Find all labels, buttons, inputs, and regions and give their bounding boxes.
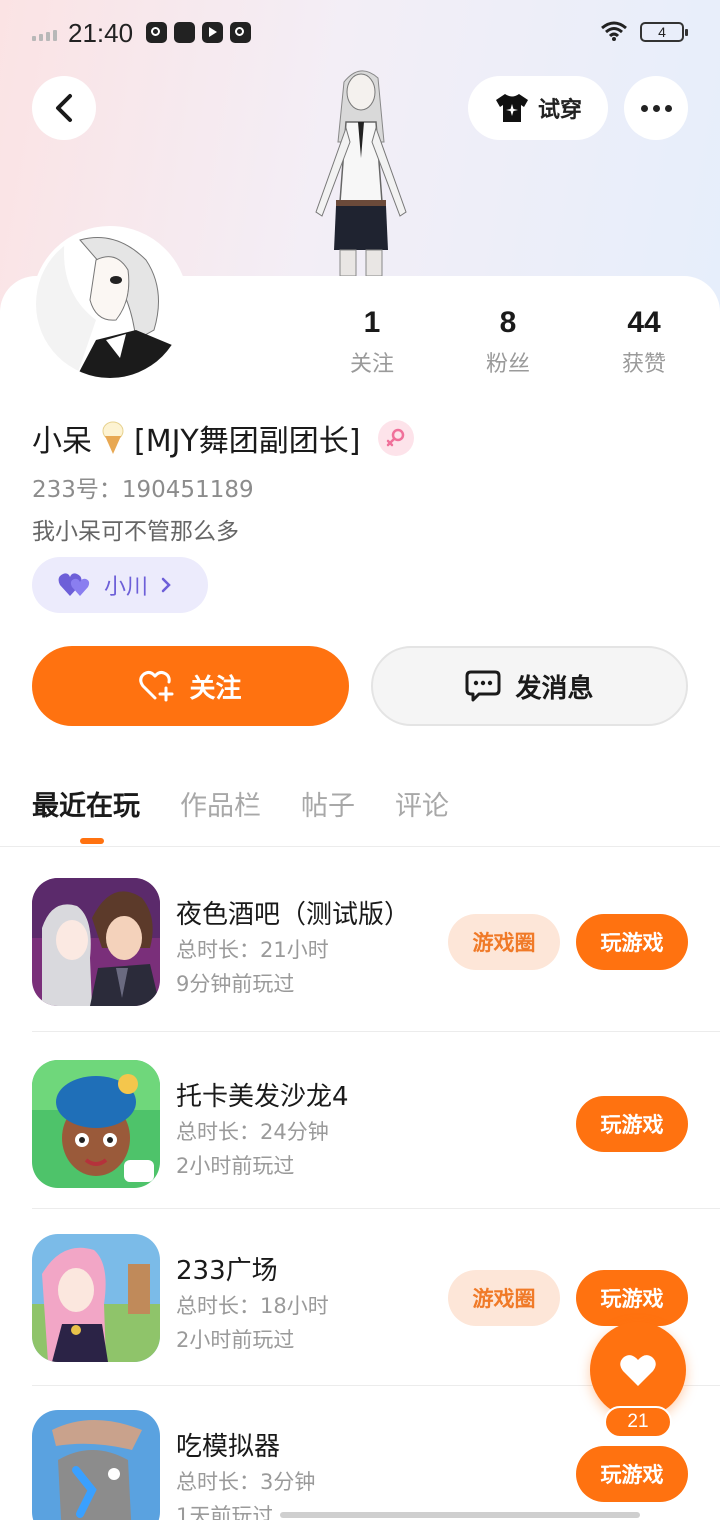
play-game-button[interactable]: 玩游戏 bbox=[576, 1446, 688, 1502]
avatar-3d-character[interactable] bbox=[286, 62, 436, 276]
follow-label: 关注 bbox=[189, 673, 242, 704]
game-title: 吃模拟器 bbox=[176, 1432, 281, 1462]
tab-posts[interactable]: 帖子 bbox=[301, 784, 355, 823]
list-item[interactable]: 夜色酒吧（测试版） 总时长：21小时 9分钟前玩过 游戏圈 玩游戏 bbox=[32, 878, 688, 1008]
female-gender-icon bbox=[378, 420, 415, 456]
game-last-played: 2小时前玩过 bbox=[176, 1154, 295, 1178]
nickname-suffix: [MJY舞团副团长] bbox=[134, 424, 361, 459]
double-heart-icon bbox=[58, 573, 90, 596]
followers-stat[interactable]: 8 粉丝 bbox=[440, 306, 576, 378]
likes-count: 44 bbox=[627, 306, 661, 339]
list-item[interactable]: 吃模拟器 总时长：3分钟 1天前玩过 玩游戏 bbox=[32, 1410, 688, 1520]
tshirt-sparkle-icon bbox=[495, 94, 528, 122]
game-last-played: 9分钟前玩过 bbox=[176, 972, 295, 996]
game-circle-button[interactable]: 游戏圈 bbox=[448, 1270, 560, 1326]
game-icon bbox=[32, 1410, 160, 1520]
tab-divider bbox=[0, 846, 720, 847]
tiktok-notification-icon bbox=[146, 22, 167, 43]
game-icon bbox=[32, 878, 160, 1006]
game-duration: 总时长：18小时 bbox=[176, 1294, 329, 1318]
tab-recently-played[interactable]: 最近在玩 bbox=[32, 784, 140, 844]
send-message-label: 发消息 bbox=[515, 673, 594, 704]
app-notification-icon bbox=[174, 22, 195, 43]
back-button[interactable] bbox=[32, 76, 96, 140]
hand-notification-icon bbox=[230, 22, 251, 43]
status-bar: 21:40 4 bbox=[0, 0, 720, 66]
status-time: 21:40 bbox=[68, 18, 134, 48]
home-indicator bbox=[280, 1512, 640, 1518]
video-notification-icon bbox=[202, 22, 223, 43]
chevron-right-icon bbox=[161, 577, 171, 593]
try-on-label: 试穿 bbox=[537, 98, 582, 123]
chevron-left-icon bbox=[56, 94, 72, 122]
followers-count: 8 bbox=[499, 306, 517, 339]
more-options-button[interactable] bbox=[624, 76, 688, 140]
nickname: 小呆 [MJY舞团副团长] bbox=[32, 416, 415, 460]
game-duration: 总时长：21小时 bbox=[176, 938, 329, 962]
signal-icon bbox=[32, 30, 57, 41]
following-label: 关注 bbox=[349, 352, 394, 377]
following-count: 1 bbox=[363, 306, 381, 339]
game-title: 233广场 bbox=[176, 1256, 278, 1286]
game-duration: 总时长：3分钟 bbox=[176, 1470, 316, 1494]
play-game-button[interactable]: 玩游戏 bbox=[576, 914, 688, 970]
notification-icons bbox=[146, 22, 251, 43]
avatar-image bbox=[36, 230, 184, 378]
user-bio: 我小呆可不管那么多 bbox=[32, 519, 239, 545]
tab-works[interactable]: 作品栏 bbox=[180, 784, 261, 823]
tab-comments[interactable]: 评论 bbox=[395, 784, 449, 823]
list-item[interactable]: 233广场 总时长：18小时 2小时前玩过 游戏圈 玩游戏 bbox=[32, 1234, 688, 1364]
send-message-button[interactable]: 发消息 bbox=[371, 646, 688, 726]
wifi-icon bbox=[601, 21, 627, 41]
play-game-button[interactable]: 玩游戏 bbox=[576, 1096, 688, 1152]
heart-plus-icon bbox=[139, 670, 174, 702]
row-divider bbox=[32, 1208, 720, 1209]
profile-stats: 1 关注 8 粉丝 44 获赞 bbox=[304, 306, 712, 378]
game-last-played: 2小时前玩过 bbox=[176, 1328, 295, 1352]
game-circle-button[interactable]: 游戏圈 bbox=[448, 914, 560, 970]
like-count-badge: 21 bbox=[604, 1406, 672, 1438]
ice-cream-icon bbox=[102, 421, 124, 454]
game-last-played: 1天前玩过 bbox=[176, 1504, 274, 1520]
user-id: 233号：190451189 bbox=[32, 477, 254, 503]
floating-like-button[interactable] bbox=[590, 1322, 686, 1418]
list-item[interactable]: 托卡美发沙龙4 总时长：24分钟 2小时前玩过 玩游戏 bbox=[32, 1060, 688, 1190]
heart-icon bbox=[620, 1355, 656, 1386]
nickname-prefix: 小呆 bbox=[32, 424, 92, 459]
game-duration: 总时长：24分钟 bbox=[176, 1120, 329, 1144]
following-stat[interactable]: 1 关注 bbox=[304, 306, 440, 378]
game-icon bbox=[32, 1234, 160, 1362]
row-divider bbox=[32, 1031, 720, 1032]
follow-button[interactable]: 关注 bbox=[32, 646, 349, 726]
play-game-button[interactable]: 玩游戏 bbox=[576, 1270, 688, 1326]
game-title: 托卡美发沙龙4 bbox=[176, 1082, 349, 1112]
profile-tabs: 最近在玩 作品栏 帖子 评论 bbox=[32, 784, 449, 844]
likes-label: 获赞 bbox=[621, 352, 666, 377]
likes-stat[interactable]: 44 获赞 bbox=[576, 306, 712, 378]
relationship-tag[interactable]: 小川 bbox=[32, 557, 208, 613]
game-icon bbox=[32, 1060, 160, 1188]
chat-bubble-icon bbox=[465, 670, 501, 702]
avatar[interactable] bbox=[32, 226, 188, 382]
followers-label: 粉丝 bbox=[485, 352, 530, 377]
try-on-button[interactable]: 试穿 bbox=[468, 76, 608, 140]
game-title: 夜色酒吧（测试版） bbox=[176, 900, 411, 930]
battery-icon: 4 bbox=[640, 22, 688, 42]
relationship-tag-label: 小川 bbox=[104, 575, 149, 600]
